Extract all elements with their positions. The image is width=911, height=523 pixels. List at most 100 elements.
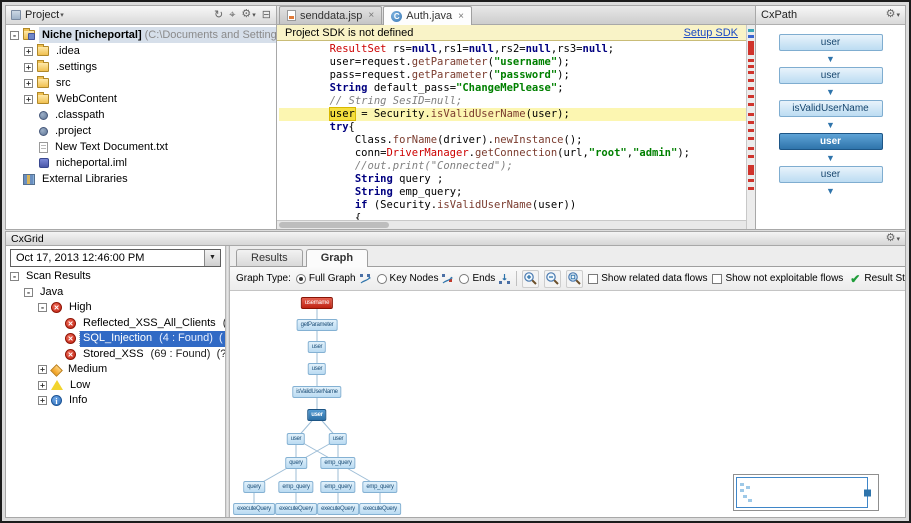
tree-item-stored-xss[interactable]: Stored_XSS(69 : Found) (?)	[6, 347, 225, 363]
error-mark[interactable]	[748, 79, 754, 82]
zoom-reset-button[interactable]	[566, 270, 583, 288]
graph-node-executequery[interactable]: executeQuery	[275, 503, 317, 515]
dropdown-arrow-icon[interactable]: ▼	[204, 250, 220, 266]
tree-item-java[interactable]: -Java	[6, 285, 225, 301]
tree-item-idea[interactable]: +.idea	[6, 43, 276, 59]
graph-minimap[interactable]	[733, 474, 879, 511]
radio-full-graph[interactable]: Full Graph	[296, 273, 372, 285]
graph-node-user[interactable]: user	[329, 433, 347, 445]
graph-node-query[interactable]: query	[285, 457, 307, 469]
graph-node-emp-query[interactable]: emp_query	[320, 481, 355, 493]
close-icon[interactable]: ×	[368, 10, 374, 21]
editor-hscrollbar[interactable]	[277, 220, 746, 229]
collapse-icon[interactable]: -	[38, 303, 47, 312]
expand-icon[interactable]: +	[24, 95, 33, 104]
tree-item-niche-nicheportal[interactable]: -Niche [nicheportal](C:\Documents and Se…	[6, 27, 276, 43]
collapse-icon[interactable]: -	[24, 288, 33, 297]
graph-node-executequery[interactable]: executeQuery	[233, 503, 275, 515]
gear-icon[interactable]: ⚙▾	[886, 9, 900, 21]
chevron-down-icon[interactable]: ▾	[60, 11, 64, 19]
expand-icon[interactable]: +	[38, 396, 47, 405]
error-mark[interactable]	[748, 65, 754, 68]
tree-item-settings[interactable]: +.settings	[6, 59, 276, 75]
close-icon[interactable]: ×	[458, 11, 464, 22]
gear-icon[interactable]: ⚙▾	[886, 233, 900, 245]
error-mark[interactable]	[748, 71, 754, 74]
expand-icon[interactable]: +	[38, 381, 47, 390]
expand-icon[interactable]: +	[24, 79, 33, 88]
minimap-resize-handle[interactable]	[864, 489, 871, 496]
graph-node-executequery[interactable]: executeQuery	[359, 503, 401, 515]
code-area[interactable]: ResultSet rs=null,rs1=null,rs2=null,rs3=…	[277, 41, 746, 220]
error-mark[interactable]	[748, 95, 754, 98]
tab-graph[interactable]: Graph	[306, 249, 368, 267]
checkbox-related-flows[interactable]: Show related data flows	[588, 273, 707, 284]
error-mark[interactable]	[748, 29, 754, 32]
radio-ends[interactable]: Ends	[459, 273, 511, 285]
graph-node-username[interactable]: username	[301, 297, 333, 309]
checkbox-icon[interactable]	[712, 274, 722, 284]
checkbox-icon[interactable]	[588, 274, 598, 284]
graph-node-isvalidusername[interactable]: isValidUserName	[292, 386, 341, 398]
tab-senddata-jsp[interactable]: senddata.jsp ×	[279, 6, 382, 24]
expand-icon[interactable]: +	[24, 47, 33, 56]
graph-canvas[interactable]: usernamegetParameteruseruserisValidUserN…	[230, 291, 905, 517]
tree-item-src[interactable]: +src	[6, 75, 276, 91]
error-mark[interactable]	[748, 87, 754, 90]
cxpath-node-isvalidusername[interactable]: isValidUserName	[779, 100, 883, 117]
collapse-icon[interactable]: -	[10, 272, 19, 281]
tree-item-scan-results[interactable]: -Scan Results	[6, 269, 225, 285]
tree-item-external-libraries[interactable]: External Libraries	[6, 171, 276, 187]
error-mark[interactable]	[748, 35, 754, 38]
collapse-icon[interactable]: -	[10, 31, 19, 40]
checkbox-not-exploitable[interactable]: Show not exploitable flows	[712, 273, 843, 284]
error-mark[interactable]	[748, 103, 754, 106]
error-mark[interactable]	[748, 41, 754, 55]
error-mark[interactable]	[748, 129, 754, 132]
tree-item-new-text-document-txt[interactable]: New Text Document.txt	[6, 139, 276, 155]
cxpath-node-user[interactable]: user	[779, 34, 883, 51]
error-mark[interactable]	[748, 179, 754, 182]
tree-item-sql-injection[interactable]: SQL_Injection(4 : Found) ( )	[6, 331, 225, 347]
tree-item-nicheportal-iml[interactable]: nicheportal.iml	[6, 155, 276, 171]
tree-item-info[interactable]: +Info	[6, 393, 225, 409]
scan-date-dropdown[interactable]: Oct 17, 2013 12:46:00 PM ▼	[10, 249, 221, 267]
locate-icon[interactable]: ⌖	[229, 10, 235, 21]
tab-results[interactable]: Results	[236, 249, 303, 266]
gear-icon[interactable]: ⚙▾	[241, 9, 255, 21]
error-mark[interactable]	[748, 113, 754, 116]
cxpath-node-user[interactable]: user	[779, 67, 883, 84]
setup-sdk-link[interactable]: Setup SDK	[684, 27, 738, 39]
graph-node-emp-query[interactable]: emp_query	[278, 481, 313, 493]
expand-icon[interactable]: +	[38, 365, 47, 374]
tree-item-reflected-xss-all-clients[interactable]: Reflected_XSS_All_Clients(7 : Found)	[6, 316, 225, 332]
error-mark[interactable]	[748, 187, 754, 190]
tree-item-webcontent[interactable]: +WebContent	[6, 91, 276, 107]
error-mark[interactable]	[748, 165, 754, 175]
graph-node-user[interactable]: user	[287, 433, 305, 445]
error-mark[interactable]	[748, 121, 754, 124]
error-mark[interactable]	[748, 59, 754, 62]
tree-item-high[interactable]: -High	[6, 300, 225, 316]
graph-node-user[interactable]: user	[307, 409, 326, 421]
tab-auth-java[interactable]: Auth.java ×	[383, 6, 472, 25]
zoom-out-button[interactable]	[544, 270, 561, 288]
result-state-control[interactable]: ✔ Result State ▼	[850, 272, 905, 286]
radio-icon[interactable]	[459, 274, 469, 284]
graph-node-getparameter[interactable]: getParameter	[297, 319, 338, 331]
scrollbar-thumb[interactable]	[279, 222, 389, 228]
radio-icon[interactable]	[377, 274, 387, 284]
hide-panel-icon[interactable]: ⊟	[262, 10, 271, 21]
graph-node-executequery[interactable]: executeQuery	[317, 503, 359, 515]
radio-key-nodes[interactable]: Key Nodes	[377, 273, 455, 285]
radio-icon[interactable]	[296, 274, 306, 284]
error-mark[interactable]	[748, 147, 754, 150]
tree-item-project[interactable]: .project	[6, 123, 276, 139]
cxpath-node-user[interactable]: user	[779, 133, 883, 150]
refresh-icon[interactable]: ↻	[214, 10, 223, 21]
tree-item-low[interactable]: +Low	[6, 378, 225, 394]
graph-node-query[interactable]: query	[243, 481, 265, 493]
expand-icon[interactable]: +	[24, 63, 33, 72]
minimap-viewport[interactable]	[736, 477, 868, 508]
zoom-in-button[interactable]	[522, 270, 539, 288]
